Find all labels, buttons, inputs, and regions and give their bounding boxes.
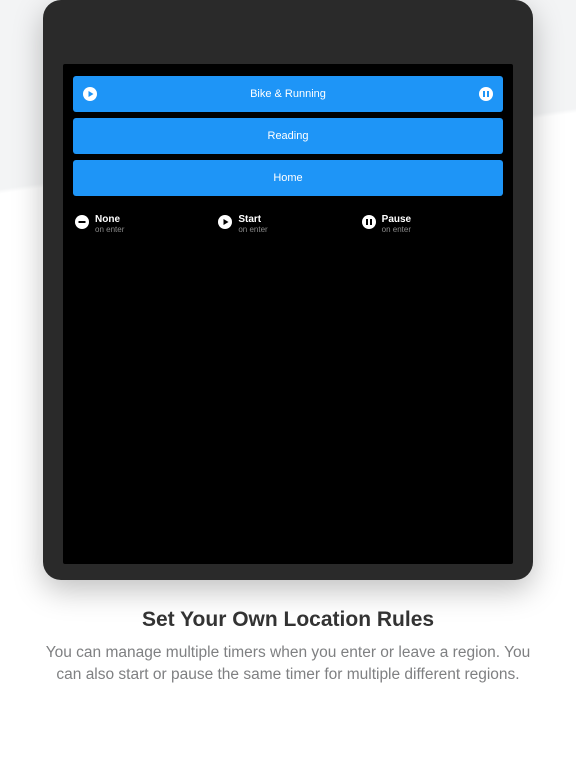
play-icon [218,215,232,229]
legend-title: Pause [382,214,411,225]
device-screen: Bike & Running Reading Home None on ente… [63,64,513,564]
marketing-caption: Set Your Own Location Rules You can mana… [0,608,576,686]
legend-none[interactable]: None on enter [75,214,214,235]
legend-row: None on enter Start on enter Pause on en… [73,214,503,235]
pause-icon [479,87,493,101]
timer-row-bike-running[interactable]: Bike & Running [73,76,503,112]
legend-sub: on enter [382,226,411,235]
legend-title: Start [238,214,267,225]
timer-label: Reading [268,130,309,142]
timer-row-home[interactable]: Home [73,160,503,196]
pause-icon [362,215,376,229]
timer-list: Bike & Running Reading Home [73,76,503,196]
caption-heading: Set Your Own Location Rules [42,608,534,632]
legend-sub: on enter [238,226,267,235]
legend-sub: on enter [95,226,124,235]
caption-body: You can manage multiple timers when you … [42,642,534,686]
play-icon [83,87,97,101]
timer-label: Home [273,172,302,184]
legend-title: None [95,214,124,225]
legend-pause[interactable]: Pause on enter [362,214,501,235]
minus-icon [75,215,89,229]
timer-row-reading[interactable]: Reading [73,118,503,154]
device-frame: Bike & Running Reading Home None on ente… [43,0,533,580]
timer-label: Bike & Running [250,88,326,100]
legend-start[interactable]: Start on enter [218,214,357,235]
